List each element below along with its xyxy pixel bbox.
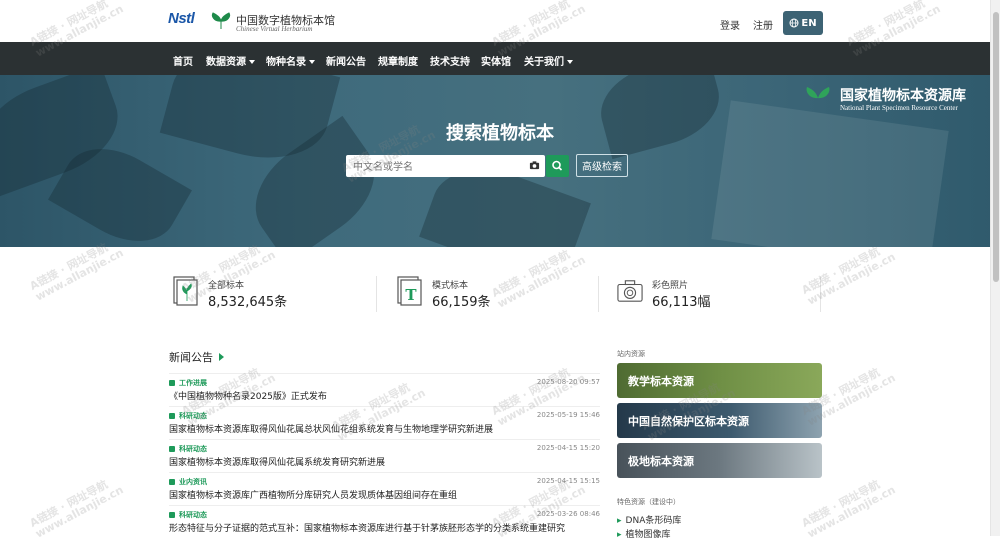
stat-label: 彩色照片 bbox=[652, 281, 689, 291]
news-tag: 科研动态 bbox=[169, 444, 207, 454]
stat-color-photos[interactable]: 彩色照片 66,113幅 bbox=[617, 275, 787, 315]
chevron-down-icon bbox=[249, 60, 255, 64]
polar-specimen-card[interactable]: 极地标本资源 bbox=[617, 443, 822, 478]
stat-divider bbox=[598, 276, 599, 312]
stat-value: 66,113幅 bbox=[652, 295, 711, 310]
plant-image-library-link[interactable]: 植物图像库 bbox=[617, 527, 671, 540]
stat-divider bbox=[376, 276, 377, 312]
news-title[interactable]: 国家植物标本资源库取得风仙花属系统发育研究新进展 bbox=[169, 455, 385, 468]
national-center-subtitle: National Plant Specimen Resource Center bbox=[840, 104, 958, 112]
news-tag: 业内资讯 bbox=[169, 477, 207, 487]
stat-label: 模式标本 bbox=[432, 281, 469, 291]
card-label: 中国自然保护区标本资源 bbox=[628, 415, 749, 428]
arrow-right-icon bbox=[219, 353, 224, 361]
main-nav: 首页 数据资源 物种名录 新闻公告 规章制度 技术支持 实体馆 关于我们 bbox=[0, 42, 1000, 75]
news-item[interactable]: 科研动态 2025-03-26 08:46 形态特征与分子证据的范式互补：国家植… bbox=[169, 505, 600, 538]
special-resources-label: 特色资源（建设中） bbox=[617, 498, 680, 506]
news-title[interactable]: 形态特征与分子证据的范式互补：国家植物标本资源库进行基于针茅族胚形态学的分类系统… bbox=[169, 521, 565, 534]
language-label: EN bbox=[801, 17, 817, 29]
nav-species-catalog[interactable]: 物种名录 bbox=[266, 53, 315, 68]
specimen-icon bbox=[173, 276, 198, 306]
language-switch-button[interactable]: EN bbox=[783, 11, 823, 35]
scrollbar-thumb[interactable] bbox=[993, 12, 999, 282]
stat-divider bbox=[820, 276, 821, 312]
site-resources-label: 站内资源 bbox=[617, 350, 645, 358]
watermark: A链接 · 网址导航 www.allanjie.cn bbox=[799, 244, 898, 308]
chevron-down-icon bbox=[309, 60, 315, 64]
card-label: 教学标本资源 bbox=[628, 375, 694, 388]
nav-about-us[interactable]: 关于我们 bbox=[524, 53, 573, 68]
camera-search-icon[interactable] bbox=[529, 160, 540, 171]
stat-value: 66,159条 bbox=[432, 295, 491, 310]
national-center-title: 国家植物标本资源库 bbox=[840, 88, 966, 104]
globe-icon bbox=[789, 18, 799, 28]
top-header: Nstl 中国数字植物标本馆 Chinese Virtual Herbarium… bbox=[0, 0, 1000, 42]
nav-home[interactable]: 首页 bbox=[173, 53, 193, 68]
news-title[interactable]: 国家植物标本资源库取得风仙花属总状风仙花组系统发育与生物地理学研究新进展 bbox=[169, 422, 493, 435]
news-section-header[interactable]: 新闻公告 bbox=[169, 349, 224, 365]
nav-physical-museum[interactable]: 实体馆 bbox=[481, 53, 511, 68]
watermark: A链接 · 网址导航 www.allanjie.cn bbox=[799, 477, 898, 541]
nstl-logo[interactable]: Nstl bbox=[168, 10, 195, 27]
login-link[interactable]: 登录 bbox=[720, 17, 740, 32]
hero-leaf-decoration bbox=[591, 75, 729, 160]
nav-news[interactable]: 新闻公告 bbox=[326, 53, 366, 68]
hero-title: 搜索植物标本 bbox=[446, 123, 554, 144]
type-specimen-icon: T bbox=[397, 276, 422, 306]
stat-all-specimens[interactable]: 全部标本 8,532,645条 bbox=[173, 275, 343, 315]
news-date: 2025-04-15 15:15 bbox=[536, 477, 600, 485]
news-date: 2025-05-19 15:46 bbox=[536, 411, 600, 419]
news-date: 2025-03-26 08:46 bbox=[536, 510, 600, 518]
nature-reserve-card[interactable]: 中国自然保护区标本资源 bbox=[617, 403, 822, 438]
hero-banner: 搜索植物标本 高级检索 国家植物标本资源库 National Plant Spe… bbox=[0, 75, 1000, 247]
ginkgo-leaf-icon bbox=[211, 12, 231, 29]
search-box bbox=[346, 155, 545, 179]
news-item[interactable]: 科研动态 2025-04-15 15:20 国家植物标本资源库取得风仙花属系统发… bbox=[169, 439, 600, 472]
page-scrollbar[interactable] bbox=[990, 0, 1000, 536]
news-date: 2025-04-15 15:20 bbox=[536, 444, 600, 452]
stat-label: 全部标本 bbox=[208, 281, 245, 291]
nav-tech-support[interactable]: 技术支持 bbox=[430, 53, 470, 68]
news-item[interactable]: 业内资讯 2025-04-15 15:15 国家植物标本资源库广西植物所分库研究… bbox=[169, 472, 600, 505]
advanced-search-button[interactable]: 高级检索 bbox=[576, 154, 628, 177]
teaching-specimen-card[interactable]: 教学标本资源 bbox=[617, 363, 822, 398]
news-tag: 科研动态 bbox=[169, 510, 207, 520]
nav-regulations[interactable]: 规章制度 bbox=[378, 53, 418, 68]
news-tag: 工作进展 bbox=[169, 378, 207, 388]
news-tag: 科研动态 bbox=[169, 411, 207, 421]
register-link[interactable]: 注册 bbox=[753, 17, 773, 32]
stat-type-specimens[interactable]: T 模式标本 66,159条 bbox=[397, 275, 567, 315]
search-input[interactable] bbox=[346, 156, 516, 179]
search-button[interactable] bbox=[546, 155, 569, 177]
ginkgo-leaf-icon bbox=[806, 87, 830, 110]
news-item[interactable]: 工作进展 2025-08-20 09:57 《中国植物物种名录2025版》正式发… bbox=[169, 373, 600, 406]
national-center-brand: 国家植物标本资源库 National Plant Specimen Resour… bbox=[804, 85, 994, 115]
camera-icon bbox=[617, 280, 643, 302]
chevron-down-icon bbox=[567, 60, 573, 64]
news-item[interactable]: 科研动态 2025-05-19 15:46 国家植物标本资源库取得风仙花属总状风… bbox=[169, 406, 600, 439]
search-icon bbox=[552, 160, 563, 171]
card-label: 极地标本资源 bbox=[628, 455, 694, 468]
nav-data-resources[interactable]: 数据资源 bbox=[206, 53, 255, 68]
svg-text:T: T bbox=[405, 286, 417, 304]
news-title[interactable]: 国家植物标本资源库广西植物所分库研究人员发现质体基因组间存在重组 bbox=[169, 488, 457, 501]
news-title[interactable]: 《中国植物物种名录2025版》正式发布 bbox=[169, 389, 327, 402]
watermark: A链接 · 网址导航 www.allanjie.cn bbox=[27, 477, 126, 541]
stat-value: 8,532,645条 bbox=[208, 295, 288, 310]
site-logo-subtitle: Chinese Virtual Herbarium bbox=[236, 25, 313, 33]
news-date: 2025-08-20 09:57 bbox=[536, 378, 600, 386]
dna-barcode-link[interactable]: DNA条形码库 bbox=[617, 513, 682, 526]
